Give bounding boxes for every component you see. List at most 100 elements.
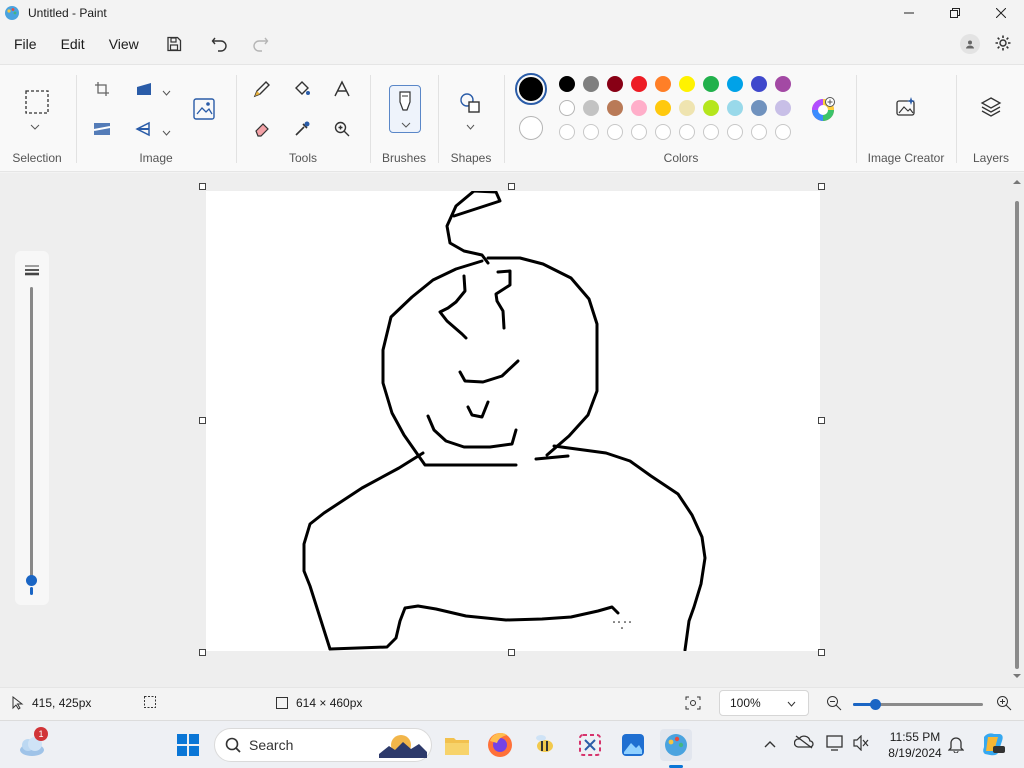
custom-color-slot[interactable]: [607, 124, 623, 140]
display-tray[interactable]: [826, 735, 846, 754]
color-swatch[interactable]: [751, 76, 767, 92]
color-swatch[interactable]: [583, 100, 599, 116]
menu-view[interactable]: View: [97, 29, 151, 59]
fill-tool[interactable]: [288, 75, 316, 103]
custom-color-slot[interactable]: [727, 124, 743, 140]
flip-dropdown[interactable]: [162, 125, 172, 136]
resize-handle-top[interactable]: [508, 183, 515, 190]
color-swatch[interactable]: [703, 100, 719, 116]
custom-color-slot[interactable]: [775, 124, 791, 140]
flip-button[interactable]: [130, 115, 158, 143]
fit-to-window-button[interactable]: [685, 696, 701, 713]
redo-button[interactable]: [243, 29, 277, 59]
custom-color-slot[interactable]: [631, 124, 647, 140]
menu-file[interactable]: File: [2, 29, 49, 59]
custom-color-slot[interactable]: [703, 124, 719, 140]
color-swatch[interactable]: [727, 100, 743, 116]
selection-dropdown[interactable]: [30, 119, 44, 130]
color-swatch[interactable]: [727, 76, 743, 92]
shapes-dropdown[interactable]: [466, 119, 476, 130]
zoom-in-button[interactable]: [996, 695, 1012, 714]
rotate-button[interactable]: [130, 75, 158, 103]
custom-color-slot[interactable]: [751, 124, 767, 140]
selection-button[interactable]: [22, 87, 52, 117]
start-button[interactable]: [172, 729, 204, 761]
primary-color[interactable]: [515, 73, 547, 105]
close-button[interactable]: [978, 0, 1024, 26]
app-taskbar-1[interactable]: [529, 729, 561, 761]
taskbar-search[interactable]: Search: [214, 728, 432, 762]
eraser-tool[interactable]: [248, 115, 276, 143]
undo-button[interactable]: [203, 29, 237, 59]
color-swatch[interactable]: [775, 76, 791, 92]
scrollbar-thumb[interactable]: [1015, 201, 1019, 669]
color-swatch[interactable]: [703, 76, 719, 92]
weather-widget[interactable]: 1: [16, 727, 48, 761]
show-hidden-icons-button[interactable]: [764, 737, 776, 751]
minimize-button[interactable]: [886, 0, 932, 26]
resize-handle-left[interactable]: [199, 417, 206, 424]
color-swatch[interactable]: [607, 76, 623, 92]
color-picker-tool[interactable]: [288, 115, 316, 143]
resize-handle-bottom-right[interactable]: [818, 649, 825, 656]
resize-handle-right[interactable]: [818, 417, 825, 424]
color-swatch[interactable]: [679, 76, 695, 92]
color-swatch[interactable]: [679, 100, 695, 116]
volume-tray[interactable]: [852, 734, 870, 754]
shapes-button[interactable]: [456, 89, 484, 117]
folder-icon: [445, 738, 469, 755]
pencil-tool[interactable]: [248, 75, 276, 103]
settings-button[interactable]: [994, 34, 1012, 55]
onedrive-tray[interactable]: [793, 735, 814, 752]
restore-button[interactable]: [932, 0, 978, 26]
color-swatch[interactable]: [583, 76, 599, 92]
layers-button[interactable]: [977, 93, 1005, 121]
resize-handle-bottom[interactable]: [508, 649, 515, 656]
color-swatch[interactable]: [751, 100, 767, 116]
magnifier-tool[interactable]: [328, 115, 356, 143]
color-swatch[interactable]: [559, 76, 575, 92]
zoom-slider-thumb[interactable]: [870, 699, 881, 710]
firefox-taskbar[interactable]: [484, 729, 516, 761]
color-swatch[interactable]: [631, 100, 647, 116]
custom-color-slot[interactable]: [655, 124, 671, 140]
color-swatch[interactable]: [655, 76, 671, 92]
drawing-canvas[interactable]: [206, 191, 820, 651]
brush-size-thumb[interactable]: [26, 575, 37, 586]
brush-size-track[interactable]: [30, 287, 33, 577]
image-properties-button[interactable]: [190, 95, 218, 123]
custom-color-slot[interactable]: [559, 124, 575, 140]
image-creator-button[interactable]: [892, 93, 920, 121]
resize-handle-top-right[interactable]: [818, 183, 825, 190]
vertical-scrollbar[interactable]: [1010, 173, 1024, 687]
crop-button[interactable]: [88, 75, 116, 103]
color-swatch[interactable]: [655, 100, 671, 116]
notifications-button[interactable]: [947, 735, 965, 756]
color-swatch[interactable]: [559, 100, 575, 116]
system-clock[interactable]: 11:55 PM 8/19/2024: [880, 729, 950, 761]
paint-taskbar[interactable]: [660, 729, 692, 768]
custom-color-slot[interactable]: [583, 124, 599, 140]
account-button[interactable]: [960, 34, 980, 54]
custom-color-slot[interactable]: [679, 124, 695, 140]
zoom-slider[interactable]: [853, 699, 983, 710]
photos-taskbar[interactable]: [617, 729, 649, 761]
save-button[interactable]: [157, 29, 191, 59]
edit-colors-button[interactable]: [810, 97, 836, 123]
resize-button[interactable]: [88, 115, 116, 143]
resize-handle-bottom-left[interactable]: [199, 649, 206, 656]
color-swatch[interactable]: [607, 100, 623, 116]
rotate-dropdown[interactable]: [162, 85, 172, 96]
text-tool[interactable]: [328, 75, 356, 103]
color-swatch[interactable]: [775, 100, 791, 116]
brushes-button[interactable]: [389, 85, 421, 133]
zoom-out-button[interactable]: [826, 695, 842, 714]
color-swatch[interactable]: [631, 76, 647, 92]
resize-handle-top-left[interactable]: [199, 183, 206, 190]
zoom-select[interactable]: 100%: [719, 690, 809, 716]
snipping-tool-taskbar[interactable]: [574, 729, 606, 761]
file-explorer-taskbar[interactable]: [441, 729, 473, 761]
secondary-color[interactable]: [519, 116, 543, 140]
menu-edit[interactable]: Edit: [49, 29, 97, 59]
copilot-button[interactable]: [980, 731, 1006, 760]
